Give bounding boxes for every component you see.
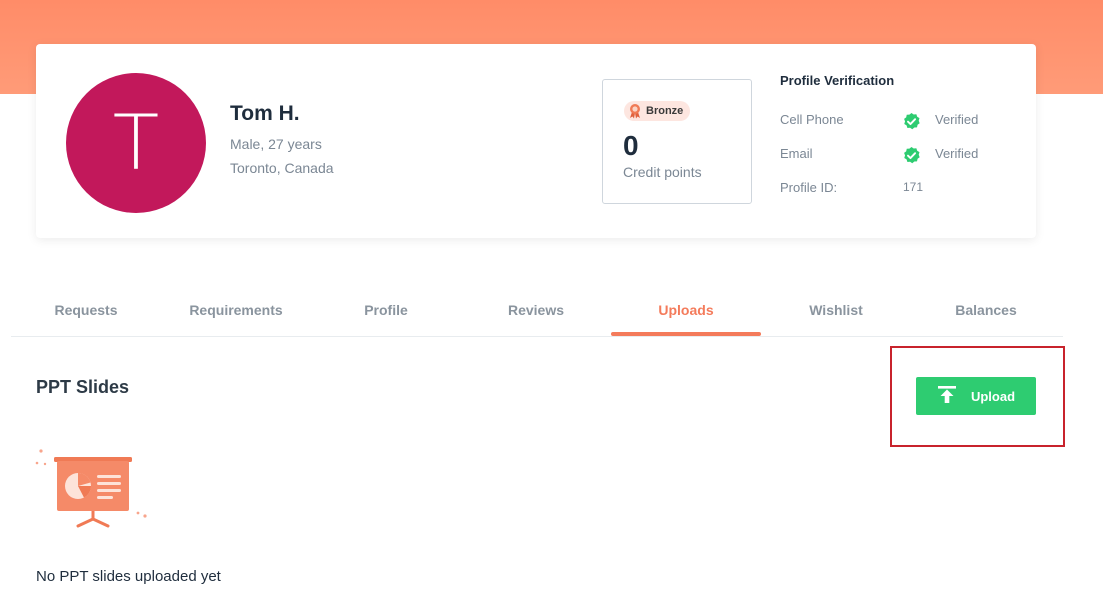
- tier-badge: Bronze: [624, 101, 691, 121]
- credit-points-box: Bronze 0 Credit points: [602, 79, 752, 204]
- tab-requirements[interactable]: Requirements: [161, 290, 311, 336]
- credit-points-value: 0: [623, 130, 639, 161]
- tab-requests[interactable]: Requests: [11, 290, 161, 336]
- tab-wishlist[interactable]: Wishlist: [761, 290, 911, 336]
- presentation-board-icon: [34, 446, 149, 537]
- upload-button-label: Upload: [970, 388, 1016, 404]
- section-title: PPT Slides: [36, 377, 130, 397]
- tab-balances[interactable]: Balances: [911, 290, 1061, 336]
- tab-profile[interactable]: Profile: [311, 290, 461, 336]
- avatar-initial: T: [112, 98, 160, 187]
- profile-card: T Tom H. Male, 27 years Toronto, Canada …: [36, 44, 1036, 238]
- tier-badge-label: Bronze: [646, 105, 684, 117]
- profile-id-value: 171: [903, 180, 924, 194]
- avatar: T: [66, 73, 206, 213]
- verification-title: Profile Verification: [780, 73, 895, 88]
- upload-arrow-icon: [937, 385, 957, 407]
- upload-button[interactable]: Upload: [916, 377, 1036, 415]
- profile-tabs: Requests Requirements Profile Reviews Up…: [11, 290, 1063, 337]
- tab-uploads[interactable]: Uploads: [611, 290, 761, 336]
- verification-label-cell-phone: Cell Phone: [780, 112, 844, 127]
- check-circle-icon: [902, 146, 921, 170]
- user-location: Toronto, Canada: [230, 160, 334, 176]
- user-gender-age: Male, 27 years: [230, 136, 322, 152]
- profile-id-label: Profile ID:: [780, 180, 838, 195]
- tab-reviews[interactable]: Reviews: [461, 290, 611, 336]
- award-ribbon-icon: [628, 103, 642, 119]
- check-circle-icon: [902, 112, 921, 136]
- empty-state-message: No PPT slides uploaded yet: [36, 568, 221, 585]
- verification-label-email: Email: [780, 146, 813, 161]
- verification-status-cell-phone: Verified: [935, 112, 979, 127]
- credit-points-label: Credit points: [623, 164, 702, 180]
- verification-status-email: Verified: [935, 146, 979, 161]
- user-name: Tom H.: [230, 102, 300, 125]
